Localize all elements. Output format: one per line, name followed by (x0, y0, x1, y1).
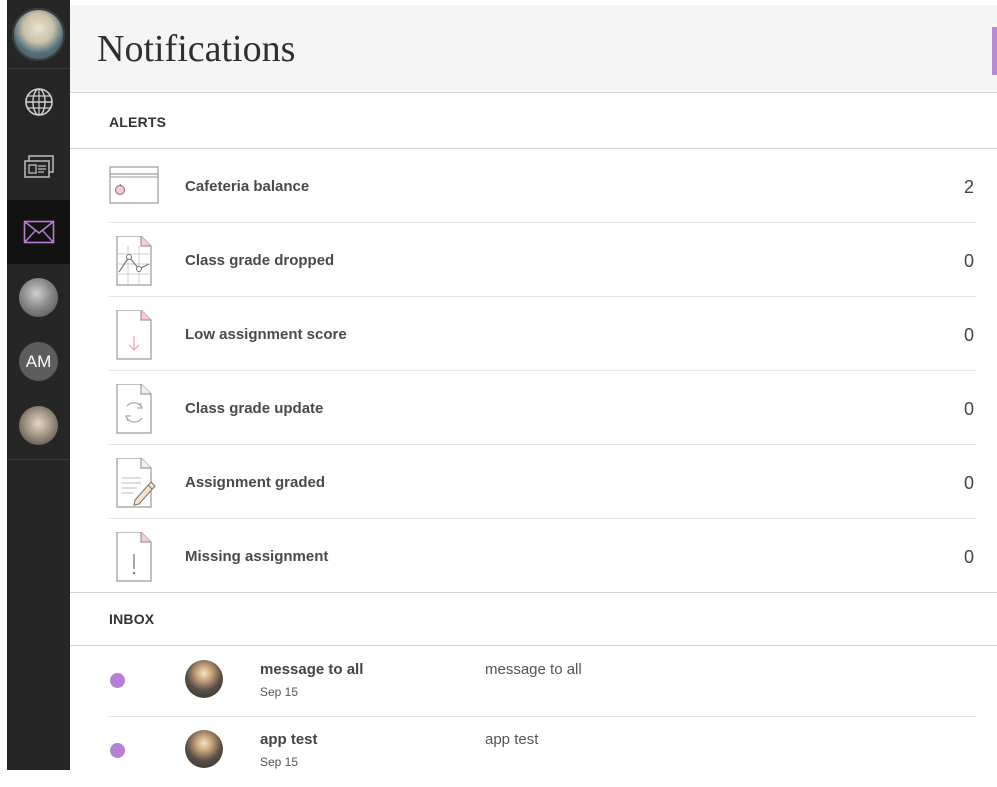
alert-row-assignment-graded[interactable]: Assignment graded 0 (109, 445, 976, 519)
message-date: Sep 15 (260, 685, 299, 699)
alert-row-cafeteria-balance[interactable]: Cafeteria balance 2 (109, 149, 976, 223)
pencil-document-icon (109, 458, 161, 508)
message-subject: app test (260, 731, 318, 748)
section-divider (70, 645, 997, 646)
alert-count: 0 (963, 325, 974, 345)
page-title: Notifications (97, 28, 296, 70)
notifications-panel: Notifications ALERTS Cafeteria balance 2 (70, 0, 997, 770)
exclamation-document-icon (109, 532, 161, 582)
unread-indicator (110, 673, 125, 688)
alert-count: 2 (963, 177, 974, 197)
sidebar-divider (7, 459, 70, 460)
window-edge (0, 0, 7, 770)
alert-label: Class grade dropped (185, 252, 335, 269)
inbox-message-row[interactable]: message to all Sep 15 message to all (109, 647, 976, 717)
sidebar-item-activity[interactable] (7, 150, 70, 184)
alert-row-low-assignment-score[interactable]: Low assignment score 0 (109, 297, 976, 371)
alert-count: 0 (963, 547, 974, 567)
profile-avatar[interactable] (12, 8, 65, 61)
unread-indicator (110, 743, 125, 758)
inbox-heading: INBOX (109, 611, 155, 627)
alert-label: Cafeteria balance (185, 178, 310, 195)
grade-chart-icon (109, 236, 161, 286)
cafeteria-card-icon (109, 162, 161, 210)
message-preview: message to all (485, 661, 582, 678)
page-header: Notifications (70, 5, 997, 93)
message-date: Sep 15 (260, 755, 299, 769)
alert-label: Class grade update (185, 400, 324, 417)
course-avatar-initials[interactable]: AM (19, 342, 58, 381)
refresh-document-icon (109, 384, 161, 434)
sender-avatar (185, 730, 223, 768)
alert-label: Low assignment score (185, 326, 347, 343)
alert-count: 0 (963, 473, 974, 493)
alert-label: Missing assignment (185, 548, 329, 565)
course-avatar[interactable] (19, 406, 58, 445)
alert-row-class-grade-update[interactable]: Class grade update 0 (109, 371, 976, 445)
activity-stream-icon (23, 155, 54, 178)
section-divider (70, 592, 997, 593)
sender-avatar (185, 660, 223, 698)
sidebar-item-messages[interactable] (7, 216, 70, 248)
course-avatar[interactable] (19, 278, 58, 317)
alert-label: Assignment graded (185, 474, 326, 491)
sidebar-divider (7, 68, 70, 69)
message-preview: app test (485, 731, 539, 748)
sidebar-item-institution[interactable] (7, 84, 70, 120)
alert-row-missing-assignment[interactable]: Missing assignment 0 (109, 519, 976, 593)
header-accent-bar (992, 27, 997, 75)
alerts-heading: ALERTS (109, 114, 167, 130)
sidebar-nav: AM (7, 0, 70, 770)
alert-count: 0 (963, 399, 974, 419)
down-arrow-document-icon (109, 310, 161, 360)
message-subject: message to all (260, 661, 364, 678)
globe-icon (24, 88, 53, 116)
alert-row-class-grade-dropped[interactable]: Class grade dropped 0 (109, 223, 976, 297)
alert-count: 0 (963, 251, 974, 271)
inbox-message-row[interactable]: app test Sep 15 app test (109, 717, 976, 787)
envelope-icon (23, 220, 54, 244)
